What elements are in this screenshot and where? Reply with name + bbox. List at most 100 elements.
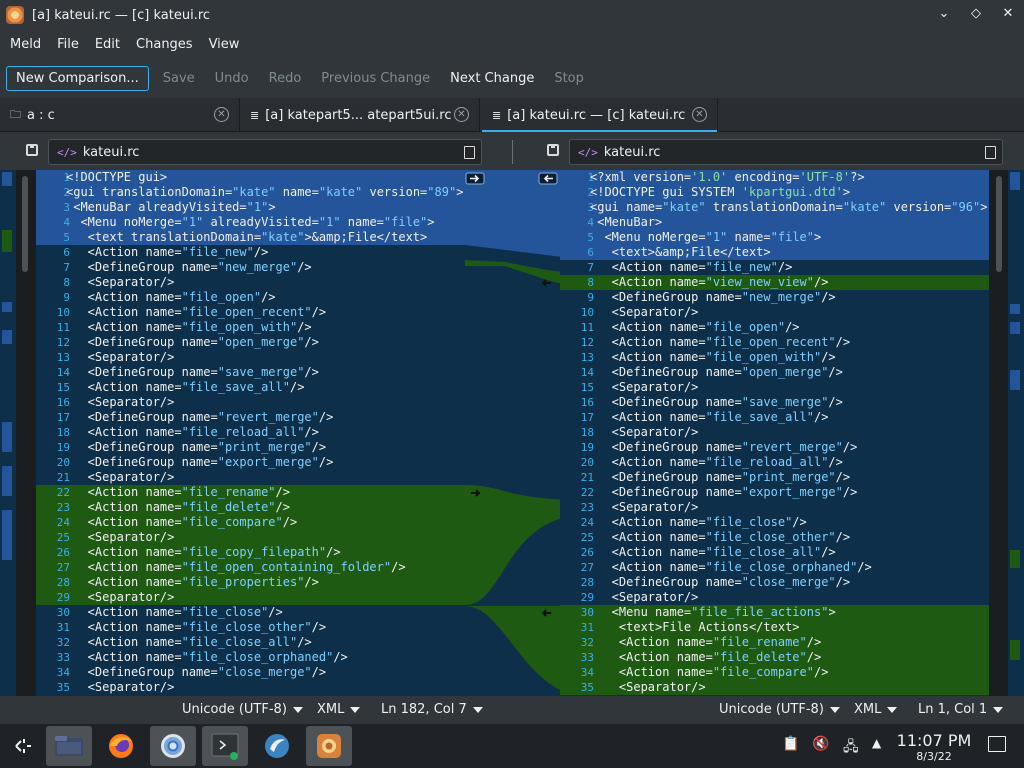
left-overview-map[interactable] [0, 170, 16, 696]
code-line[interactable]: 31 <Action name="file_close_other"/> [36, 620, 465, 635]
close-tab-icon[interactable]: ✕ [214, 107, 229, 122]
code-line[interactable]: 29 <Separator/> [36, 590, 465, 605]
code-line[interactable]: 12 <Action name="file_open_recent"/> [560, 335, 989, 350]
code-line[interactable]: 32 <Action name="file_rename"/> [560, 635, 989, 650]
left-encoding-selector[interactable]: Unicode (UTF-8) [182, 702, 303, 717]
code-line[interactable]: 2 <gui translationDomain="kate" name="kat… [36, 185, 465, 200]
menu-view[interactable]: View [201, 37, 248, 52]
next-change-button[interactable]: Next Change [440, 66, 544, 91]
code-line[interactable]: 20 <DefineGroup name="export_merge"/> [36, 455, 465, 470]
file-manager-icon[interactable] [46, 726, 92, 766]
code-line[interactable]: 15 <Separator/> [560, 380, 989, 395]
code-line[interactable]: 21 <Separator/> [36, 470, 465, 485]
code-line[interactable]: 29 <Separator/> [560, 590, 989, 605]
terminal-icon[interactable] [202, 726, 248, 766]
code-line[interactable]: 7 <DefineGroup name="new_merge"/> [36, 260, 465, 275]
maximize-button[interactable]: ◇ [968, 6, 984, 22]
code-line[interactable]: 21 <DefineGroup name="print_merge"/> [560, 470, 989, 485]
left-file-path[interactable]: </> kateui.rc [48, 139, 482, 165]
code-line[interactable]: 11 <Action name="file_open"/> [560, 320, 989, 335]
code-line[interactable]: 14 <DefineGroup name="open_merge"/> [560, 365, 989, 380]
code-line[interactable]: 25 <Separator/> [36, 530, 465, 545]
left-scrollbar[interactable] [22, 176, 28, 272]
left-language-selector[interactable]: XML [317, 702, 361, 717]
code-line[interactable]: 16 <Separator/> [36, 395, 465, 410]
right-encoding-selector[interactable]: Unicode (UTF-8) [719, 702, 840, 717]
krita-icon[interactable] [254, 726, 300, 766]
minimize-button[interactable]: ⌄ [936, 6, 952, 22]
code-line[interactable]: 23 <Separator/> [560, 500, 989, 515]
save-left-icon[interactable] [26, 144, 38, 156]
code-line[interactable]: 27 <Action name="file_open_containing_fo… [36, 560, 465, 575]
code-line[interactable]: 4 <Menu noMerge="1" alreadyVisited="1" n… [36, 215, 465, 230]
menu-meld[interactable]: Meld [2, 37, 49, 52]
network-icon[interactable]: 🖧 [843, 736, 859, 760]
code-line[interactable]: 13 <Separator/> [36, 350, 465, 365]
code-line[interactable]: 10 <Action name="file_open_recent"/> [36, 305, 465, 320]
left-cursor-position[interactable]: Ln 182, Col 7 [381, 702, 483, 717]
code-line[interactable]: 16 <DefineGroup name="save_merge"/> [560, 395, 989, 410]
tab-folder-comparison[interactable]: 🗀 a : c ✕ [0, 98, 240, 132]
close-tab-icon[interactable]: ✕ [692, 107, 707, 122]
code-line[interactable]: 34 <Action name="file_compare"/> [560, 665, 989, 680]
right-cursor-position[interactable]: Ln 1, Col 1 [918, 702, 1004, 717]
code-line[interactable]: 18 <Action name="file_reload_all"/> [36, 425, 465, 440]
menu-file[interactable]: File [49, 37, 87, 52]
code-line[interactable]: 9 <Action name="file_open"/> [36, 290, 465, 305]
code-line[interactable]: 24 <Action name="file_compare"/> [36, 515, 465, 530]
redo-button[interactable]: Redo [259, 66, 312, 91]
firefox-icon[interactable] [98, 726, 144, 766]
code-line[interactable]: 1 <?xml version='1.0' encoding='UTF-8'?> [560, 170, 989, 185]
close-window-button[interactable]: ✕ [1000, 6, 1016, 22]
right-file-path[interactable]: </> kateui.rc [569, 139, 1003, 165]
code-line[interactable]: 30 <Action name="file_close"/> [36, 605, 465, 620]
code-line[interactable]: 15 <Action name="file_save_all"/> [36, 380, 465, 395]
code-line[interactable]: 8 <Action name="view_new_view"/> [560, 275, 989, 290]
previous-change-button[interactable]: Previous Change [311, 66, 440, 91]
code-line[interactable]: 9 <DefineGroup name="new_merge"/> [560, 290, 989, 305]
code-line[interactable]: 14 <DefineGroup name="save_merge"/> [36, 365, 465, 380]
show-desktop-icon[interactable] [988, 736, 1006, 752]
code-line[interactable]: 19 <DefineGroup name="print_merge"/> [36, 440, 465, 455]
code-line[interactable]: 30 <Menu name="file_file_actions"> [560, 605, 989, 620]
code-line[interactable]: 27 <Action name="file_close_orphaned"/> [560, 560, 989, 575]
right-language-selector[interactable]: XML [854, 702, 898, 717]
code-line[interactable]: 24 <Action name="file_close"/> [560, 515, 989, 530]
meld-icon[interactable] [306, 726, 352, 766]
tab-kateui-comparison[interactable]: ≣ [a] kateui.rc — [c] kateui.rc ✕ [482, 98, 718, 132]
code-line[interactable]: 26 <Action name="file_close_all"/> [560, 545, 989, 560]
menu-edit[interactable]: Edit [87, 37, 128, 52]
code-line[interactable]: 5 <text translationDomain="kate">&amp;Fi… [36, 230, 465, 245]
left-editor[interactable]: 1 <!DOCTYPE gui> 2 <gui translationDomain="… [36, 170, 465, 696]
code-line[interactable]: 28 <DefineGroup name="close_merge"/> [560, 575, 989, 590]
chromium-icon[interactable] [150, 726, 196, 766]
open-file-icon[interactable] [464, 146, 475, 159]
right-editor[interactable]: 1 <?xml version='1.0' encoding='UTF-8'?> 2… [560, 170, 989, 696]
new-comparison-button[interactable]: New Comparison... [6, 65, 149, 91]
code-line[interactable]: 17 <Action name="file_save_all"/> [560, 410, 989, 425]
open-file-icon[interactable] [985, 146, 996, 159]
code-line[interactable]: 7 <Action name="file_new"/> [560, 260, 989, 275]
tab-katepart-comparison[interactable]: ≣ [a] katepart5... atepart5ui.rc ✕ [240, 98, 480, 132]
code-line[interactable]: 5 <Menu noMerge="1" name="file"> [560, 230, 989, 245]
code-line[interactable]: 8 <Separator/> [36, 275, 465, 290]
code-line[interactable]: 32 <Action name="file_close_all"/> [36, 635, 465, 650]
code-line[interactable]: 35 <Separator/> [36, 680, 465, 695]
code-line[interactable]: 1 <!DOCTYPE gui> [36, 170, 465, 185]
code-line[interactable]: 6 <Action name="file_new"/> [36, 245, 465, 260]
code-line[interactable]: 12 <DefineGroup name="open_merge"/> [36, 335, 465, 350]
code-line[interactable]: 19 <DefineGroup name="revert_merge"/> [560, 440, 989, 455]
close-tab-icon[interactable]: ✕ [454, 107, 469, 122]
clipboard-icon[interactable]: 📋 [782, 736, 799, 752]
code-line[interactable]: 35 <Separator/> [560, 680, 989, 695]
code-line[interactable]: 22 <DefineGroup name="export_merge"/> [560, 485, 989, 500]
code-line[interactable]: 2 <!DOCTYPE gui SYSTEM 'kpartgui.dtd'> [560, 185, 989, 200]
code-line[interactable]: 25 <Action name="file_close_other"/> [560, 530, 989, 545]
code-line[interactable]: 28 <Action name="file_properties"/> [36, 575, 465, 590]
code-line[interactable]: 6 <text>&amp;File</text> [560, 245, 989, 260]
code-line[interactable]: 17 <DefineGroup name="revert_merge"/> [36, 410, 465, 425]
right-scrollbar[interactable] [996, 176, 1002, 272]
code-line[interactable]: 22 <Action name="file_rename"/> [36, 485, 465, 500]
undo-button[interactable]: Undo [205, 66, 259, 91]
stop-button[interactable]: Stop [544, 66, 594, 91]
